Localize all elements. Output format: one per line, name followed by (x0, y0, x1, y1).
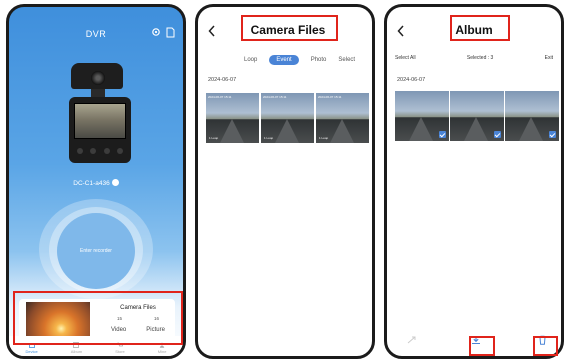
select-all-button[interactable]: Select All (395, 55, 416, 61)
gear-icon[interactable] (151, 27, 161, 37)
highlight-download-button (469, 336, 495, 356)
tab-mine-label: Mine (157, 349, 167, 354)
road-graphic (409, 117, 433, 141)
highlight-camera-files-card (13, 291, 183, 345)
device-name-label: DC-C1-a436 (73, 180, 110, 188)
dashcam-buttons (77, 148, 123, 154)
file-thumbnail[interactable]: 2024-06-07 15:11 1 Loop (261, 93, 314, 143)
road-graphic (330, 119, 354, 143)
thumbnail-tag: 1 Loop (319, 136, 329, 140)
dashcam-lens (91, 71, 105, 85)
filter-event[interactable]: Event (269, 55, 299, 65)
road-graphic (519, 117, 543, 141)
thumbnail-timestamp: 2024-06-07 15:11 (263, 95, 287, 99)
thumbnail-timestamp: 2024-06-07 15:11 (318, 95, 342, 99)
share-icon[interactable] (407, 336, 417, 344)
back-arrow-icon[interactable] (208, 25, 216, 37)
thumbnail-tag: 1 Loop (209, 136, 219, 140)
road-graphic (220, 119, 244, 143)
selected-count: Selected : 3 (466, 55, 494, 61)
thumbnail-tag: 1 Loop (264, 136, 274, 140)
tab-store-label: Store (115, 349, 125, 354)
album-thumbnail[interactable] (505, 91, 559, 141)
tab-device-label: Device (25, 349, 38, 354)
phone-album-screen: Album Select All Selected : 3 Exit 2024-… (384, 4, 564, 359)
checkbox-checked-icon[interactable] (439, 131, 446, 138)
select-button[interactable]: Select (338, 57, 355, 63)
filter-photo[interactable]: Photo (311, 57, 327, 63)
filter-loop[interactable]: Loop (244, 57, 257, 63)
checkbox-checked-icon[interactable] (494, 131, 501, 138)
road-graphic (464, 117, 488, 141)
thumbnail-timestamp: 2024-06-07 15:11 (208, 95, 232, 99)
album-thumbnail-grid (395, 91, 559, 141)
tab-album-label: Album (70, 349, 83, 354)
back-arrow-icon[interactable] (397, 25, 405, 37)
checkbox-checked-icon[interactable] (549, 131, 556, 138)
verified-icon (111, 179, 119, 186)
device-name: DC-C1-a436 (9, 179, 183, 188)
highlight-delete-button (533, 336, 558, 356)
file-thumbnail[interactable]: 2024-06-07 15:11 1 Loop (316, 93, 369, 143)
enter-recorder-button[interactable]: Enter recorder (57, 213, 135, 289)
album-thumbnail[interactable] (395, 91, 449, 141)
dashcam-screen (74, 103, 126, 139)
road-graphic (275, 119, 299, 143)
selection-toolbar: Select All Selected : 3 Exit (395, 55, 553, 61)
highlight-camera-files-title (241, 15, 338, 41)
album-thumbnail[interactable] (450, 91, 504, 141)
exit-button[interactable]: Exit (545, 55, 553, 61)
file-filter-tabs: Loop Event Photo Select (238, 55, 361, 65)
file-thumbnail-grid: 2024-06-07 15:11 1 Loop 2024-06-07 15:11… (206, 93, 369, 143)
group-date: 2024-06-07 (397, 77, 426, 83)
dashcam-stem (91, 89, 105, 97)
document-icon[interactable] (166, 27, 175, 38)
group-date: 2024-06-07 (208, 77, 237, 83)
phone-camera-files-screen: Camera Files Loop Event Photo Select 202… (195, 4, 375, 359)
file-thumbnail[interactable]: 2024-06-07 15:11 1 Loop (206, 93, 259, 143)
highlight-album-title (450, 15, 510, 41)
